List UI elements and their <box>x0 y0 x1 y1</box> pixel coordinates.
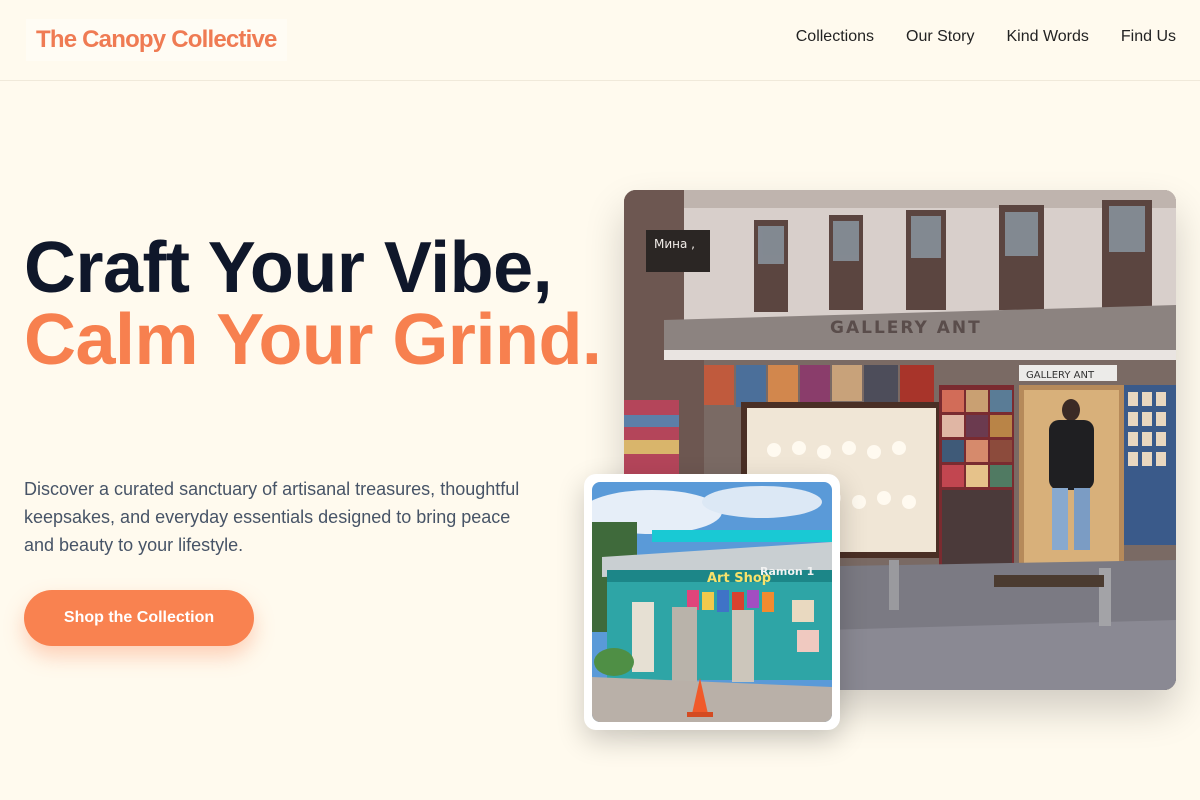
hero-title: Craft Your Vibe, Calm Your Grind. <box>24 228 602 380</box>
nav-link-find-us[interactable]: Find Us <box>1121 28 1176 46</box>
small-gallery-sign: GALLERY ANT <box>1026 370 1095 381</box>
landing-page: The Canopy Collective Collections Our St… <box>0 0 1200 800</box>
brand-logo[interactable]: The Canopy Collective <box>26 19 287 61</box>
site-header: The Canopy Collective Collections Our St… <box>0 0 1200 81</box>
gallery-sign-text: GALLERY ANT <box>830 318 982 338</box>
nav-link-collections[interactable]: Collections <box>796 28 874 46</box>
nav-link-kind-words[interactable]: Kind Words <box>1006 28 1088 46</box>
craft-shop-image: Art Shop Ramon 1 <box>584 474 840 730</box>
corner-sign-text: Мина , <box>654 237 695 251</box>
hero-subtitle: Discover a curated sanctuary of artisana… <box>24 479 520 555</box>
hero-title-line1: Craft Your Vibe, <box>24 228 553 308</box>
hero-title-line2: Calm Your Grind. <box>24 300 602 380</box>
shop-collection-button[interactable]: Shop the Collection <box>24 590 254 646</box>
ramon-sign: Ramon 1 <box>760 565 814 578</box>
nav-link-our-story[interactable]: Our Story <box>906 28 974 46</box>
main-nav: Collections Our Story Kind Words Find Us <box>796 28 1176 46</box>
